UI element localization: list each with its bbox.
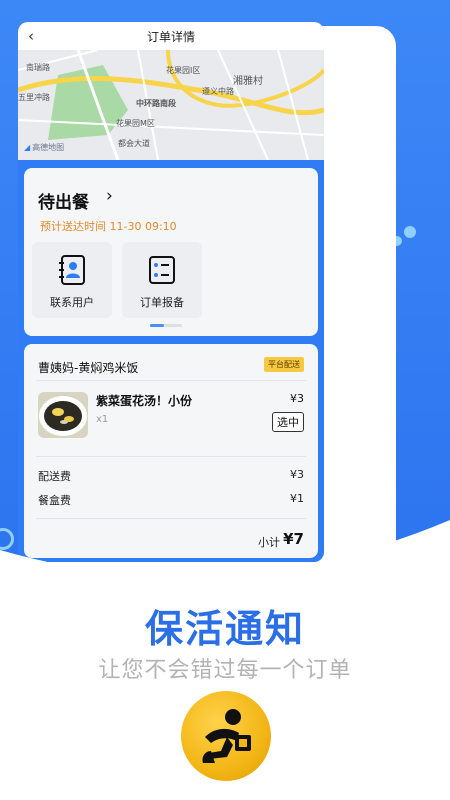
wave-divider	[0, 520, 450, 610]
map-label: 湘雅村	[233, 76, 263, 87]
decoration-dot	[404, 226, 416, 238]
map-label: 花果园M区	[116, 119, 155, 128]
select-tag-button[interactable]: 选中	[272, 412, 304, 432]
estimated-delivery-time: 预计送达时间 11-30 09:10	[40, 220, 177, 233]
page-title: 订单详情	[146, 29, 195, 44]
navigation-arrow-icon: ◢	[24, 143, 31, 152]
order-report-label: 订单报备	[140, 296, 184, 309]
app-logo	[181, 691, 271, 781]
checklist-icon	[149, 256, 175, 284]
map-label: 南瑞路	[26, 63, 50, 72]
dish-price: ¥3	[290, 392, 304, 405]
box-fee-label: 餐盒费	[38, 494, 71, 507]
map-label: 都会大道	[118, 139, 150, 148]
page-indicator	[150, 324, 182, 327]
running-man-icon	[202, 709, 251, 763]
dish-quantity: x1	[96, 414, 109, 425]
map-label: 五里冲路	[18, 93, 50, 102]
dish-name: 紫菜蛋花汤！小份	[96, 394, 193, 408]
shop-name: 曹姨妈-黄焖鸡米饭	[38, 361, 139, 375]
contact-user-button[interactable]: 联系用户	[32, 242, 112, 318]
delivery-map[interactable]: 花果园I区 湘雅村 中环路南段 遵义中路 五里冲路 花果园M区 都会大道 南瑞路…	[18, 50, 324, 160]
box-fee-value: ¥1	[290, 492, 304, 505]
contact-user-label: 联系用户	[50, 296, 94, 309]
divider	[36, 456, 306, 457]
map-label: 中环路南段	[136, 99, 176, 108]
divider	[36, 380, 306, 381]
divider	[36, 518, 306, 519]
dish-image	[38, 392, 88, 438]
platform-delivery-badge: 平台配送	[264, 357, 304, 372]
map-label: 花果园I区	[166, 66, 201, 75]
order-status-card: 待出餐 › 预计送达时间 11-30 09:10 联系用户 订单报备	[24, 168, 318, 336]
promo-subline: 让您不会错过每一个订单	[98, 658, 352, 683]
navigation-bar: ‹ 订单详情	[18, 22, 324, 50]
delivery-fee-label: 配送费	[38, 470, 71, 483]
map-provider: ◢ 高德地图	[24, 143, 65, 152]
order-status[interactable]: 待出餐	[38, 188, 89, 213]
order-report-button[interactable]: 订单报备	[122, 242, 202, 318]
back-arrow-icon[interactable]: ‹	[28, 27, 34, 45]
delivery-fee-value: ¥3	[290, 468, 304, 481]
contacts-icon	[59, 255, 85, 285]
promo-headline: 保活通知	[144, 607, 305, 651]
chevron-right-icon[interactable]: ›	[106, 186, 113, 206]
map-label: 遵义中路	[202, 87, 234, 96]
